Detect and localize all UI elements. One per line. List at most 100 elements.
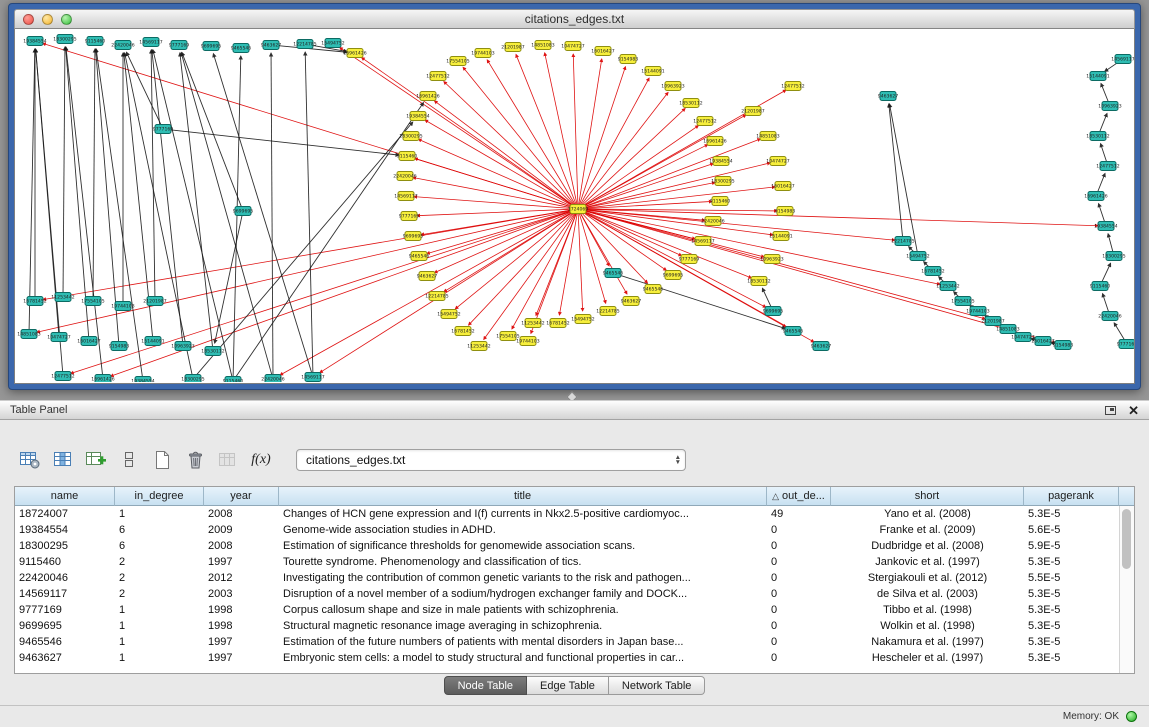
graph-node[interactable]: 18300295: [181, 375, 204, 383]
graph-node[interactable]: 18300295: [711, 177, 734, 186]
graph-node[interactable]: 18530112: [201, 347, 224, 356]
graph-node[interactable]: 1724069: [568, 205, 589, 214]
graph-node[interactable]: 15494752: [906, 252, 929, 261]
graph-node[interactable]: 14569117: [139, 38, 162, 47]
graph-node[interactable]: 9699695: [403, 232, 424, 241]
graph-node[interactable]: 21201987: [143, 297, 166, 306]
table-row[interactable]: 1456911722003Disruption of a novel membe…: [15, 586, 1119, 602]
graph-node[interactable]: 10963923: [171, 342, 194, 351]
graph-node[interactable]: 21201987: [741, 107, 764, 116]
graph-node[interactable]: 9463627: [811, 342, 832, 351]
graph-node[interactable]: 15144091: [141, 337, 164, 346]
graph-node[interactable]: 19384554: [709, 157, 732, 166]
graph-node[interactable]: 16961426: [416, 92, 439, 101]
graph-node[interactable]: 15144091: [769, 232, 792, 241]
graph-node[interactable]: 12477512: [693, 117, 716, 126]
graph-node[interactable]: 18530112: [679, 99, 702, 108]
graph-node[interactable]: 9154983: [618, 55, 639, 64]
graph-node[interactable]: 9115460: [85, 37, 106, 46]
graph-node[interactable]: 14569117: [1111, 55, 1134, 64]
graph-node[interactable]: 14851083: [531, 41, 554, 50]
graph-node[interactable]: 9699695: [663, 271, 684, 280]
table-vertical-scrollbar[interactable]: [1119, 506, 1134, 673]
graph-node[interactable]: 9777169: [399, 212, 420, 221]
graph-node[interactable]: 9115460: [223, 377, 244, 383]
table-row[interactable]: 946554611997Estimation of the future num…: [15, 634, 1119, 650]
graph-node[interactable]: 12214785: [293, 40, 316, 49]
table-source-dropdown[interactable]: citations_edges.txt ▲▼: [296, 449, 686, 471]
minimize-window-button[interactable]: [42, 14, 53, 25]
select-columns-button[interactable]: [49, 447, 77, 473]
graph-node[interactable]: 14569117: [394, 192, 417, 201]
graph-node[interactable]: 9699695: [763, 307, 784, 316]
network-view-canvas[interactable]: 1724069 12477512 16961426 19384554 18300295 9…: [14, 29, 1135, 384]
graph-node[interactable]: 19384554: [406, 112, 429, 121]
graph-node[interactable]: 19744103: [111, 302, 134, 311]
column-header-in_degree[interactable]: in_degree: [115, 487, 204, 506]
graph-node[interactable]: 15144091: [1086, 72, 1109, 81]
column-header-short[interactable]: short: [831, 487, 1024, 506]
table-row[interactable]: 969969511998Structural magnetic resonanc…: [15, 618, 1119, 634]
column-header-pagerank[interactable]: pagerank: [1024, 487, 1119, 506]
graph-node[interactable]: 9154983: [775, 207, 796, 216]
table-row[interactable]: 911546021997Tourette syndrome. Phenomeno…: [15, 554, 1119, 570]
close-panel-icon[interactable]: ✕: [1128, 405, 1139, 416]
table-row[interactable]: 1830029562008Estimation of significance …: [15, 538, 1119, 554]
graph-node[interactable]: 9777169: [679, 255, 700, 264]
graph-node[interactable]: 18300295: [53, 35, 76, 44]
graph-node[interactable]: 9154983: [1053, 341, 1074, 350]
graph-node[interactable]: 10474727: [766, 157, 789, 166]
table-row[interactable]: 977716911998Corpus callosum shape and si…: [15, 602, 1119, 618]
graph-node[interactable]: 22420046: [701, 217, 724, 226]
graph-node[interactable]: 16961426: [703, 137, 726, 146]
graph-node[interactable]: 18530112: [747, 277, 770, 286]
graph-node[interactable]: 16961426: [1084, 192, 1107, 201]
graph-node[interactable]: 9463627: [261, 41, 282, 50]
graph-node[interactable]: 9154983: [109, 342, 130, 351]
graph-node[interactable]: 10963923: [661, 82, 684, 91]
graph-node[interactable]: 9777169: [169, 41, 190, 50]
graph-node[interactable]: 9777169: [153, 125, 174, 134]
graph-node[interactable]: 11253442: [936, 282, 959, 291]
graph-node[interactable]: 16016427: [771, 182, 794, 191]
graph-node[interactable]: 9699695: [201, 42, 222, 51]
graph-node[interactable]: 15144091: [641, 67, 664, 76]
column-header-year[interactable]: year: [204, 487, 279, 506]
graph-node[interactable]: 15494752: [437, 310, 460, 319]
graph-node[interactable]: 10963923: [1098, 102, 1121, 111]
graph-node[interactable]: 9115460: [710, 197, 731, 206]
graph-node[interactable]: 22420046: [393, 172, 416, 181]
graph-node[interactable]: 16781452: [451, 327, 474, 336]
scrollbar-thumb[interactable]: [1122, 509, 1131, 569]
graph-node[interactable]: 16781452: [921, 267, 944, 276]
graph-node[interactable]: 10963923: [760, 255, 783, 264]
table-settings-button[interactable]: [16, 447, 44, 473]
function-builder-button[interactable]: f(x): [247, 447, 275, 473]
graph-node[interactable]: 19384554: [131, 377, 154, 383]
row-height-button[interactable]: [115, 447, 143, 473]
graph-node[interactable]: 10474727: [561, 42, 584, 51]
graph-node[interactable]: 16016427: [77, 337, 100, 346]
graph-node[interactable]: 14851083: [756, 132, 779, 141]
graph-node[interactable]: 16961426: [343, 49, 366, 58]
graph-node[interactable]: 9699695: [233, 207, 254, 216]
graph-node[interactable]: 16016427: [1031, 337, 1054, 346]
table-row[interactable]: 1872400712008Changes of HCN gene express…: [15, 506, 1119, 522]
graph-node[interactable]: 17554105: [951, 297, 974, 306]
graph-node[interactable]: 18530112: [1086, 132, 1109, 141]
graph-node[interactable]: 9115460: [1090, 282, 1111, 291]
graph-node[interactable]: 9465546: [409, 252, 430, 261]
column-header-name[interactable]: name: [15, 487, 115, 506]
graph-node[interactable]: 17554105: [81, 297, 104, 306]
import-table-button[interactable]: [82, 447, 110, 473]
graph-node[interactable]: 9465546: [783, 327, 804, 336]
float-panel-icon[interactable]: [1105, 406, 1116, 415]
graph-node[interactable]: 18300295: [1102, 252, 1125, 261]
graph-node[interactable]: 15494752: [321, 39, 344, 48]
graph-node[interactable]: 19744103: [471, 49, 494, 58]
table-row[interactable]: 1938455462009Genome-wide association stu…: [15, 522, 1119, 538]
graph-node[interactable]: 16781452: [23, 297, 46, 306]
graph-node[interactable]: 12477512: [51, 372, 74, 381]
graph-node[interactable]: 17554105: [496, 332, 519, 341]
delete-table-button[interactable]: [181, 447, 209, 473]
